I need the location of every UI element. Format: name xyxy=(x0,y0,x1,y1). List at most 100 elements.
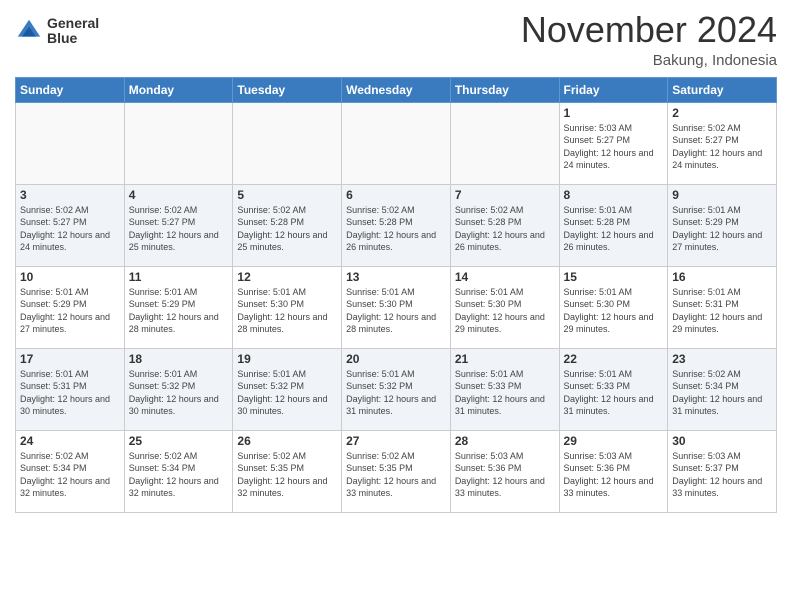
calendar-cell: 27Sunrise: 5:02 AMSunset: 5:35 PMDayligh… xyxy=(342,430,451,512)
calendar-cell: 25 Sunrise: 5:02 AMSunset: 5:34 PMDayligh… xyxy=(124,430,233,512)
day-info: Sunrise: 5:02 AMSunset: 5:28 PMDaylight:… xyxy=(237,204,337,254)
calendar-cell: 2Sunrise: 5:02 AMSunset: 5:27 PMDaylight… xyxy=(668,102,777,184)
day-number: 21 xyxy=(455,352,555,366)
day-info: Sunrise: 5:01 AMSunset: 5:32 PMDaylight:… xyxy=(237,368,337,418)
logo-line2: Blue xyxy=(47,31,99,46)
weekday-header-row: SundayMondayTuesdayWednesdayThursdayFrid… xyxy=(16,77,777,102)
calendar-cell xyxy=(124,102,233,184)
day-number: 22 xyxy=(564,352,664,366)
day-info: Sunrise: 5:01 AMSunset: 5:33 PMDaylight:… xyxy=(564,368,664,418)
day-info: Sunrise: 5:01 AMSunset: 5:30 PMDaylight:… xyxy=(237,286,337,336)
day-info: Sunrise: 5:02 AMSunset: 5:27 PMDaylight:… xyxy=(20,204,120,254)
calendar-cell: 13 Sunrise: 5:01 AMSunset: 5:30 PMDayligh… xyxy=(342,266,451,348)
day-info: Sunrise: 5:01 AMSunset: 5:33 PMDaylight:… xyxy=(455,368,555,418)
calendar-cell: 14Sunrise: 5:01 AMSunset: 5:30 PMDayligh… xyxy=(450,266,559,348)
day-info: Sunrise: 5:01 AMSunset: 5:29 PMDaylight:… xyxy=(672,204,772,254)
day-number: 8 xyxy=(564,188,664,202)
week-row-2: 3 Sunrise: 5:02 AMSunset: 5:27 PMDaylight… xyxy=(16,184,777,266)
day-info: Sunrise: 5:03 AMSunset: 5:36 PMDaylight:… xyxy=(455,450,555,500)
weekday-sunday: Sunday xyxy=(16,77,125,102)
day-info: Sunrise: 5:02 AMSunset: 5:27 PMDaylight:… xyxy=(129,204,229,254)
calendar-cell: 26Sunrise: 5:02 AMSunset: 5:35 PMDayligh… xyxy=(233,430,342,512)
month-title: November 2024 xyxy=(521,10,777,50)
calendar-cell: 12 Sunrise: 5:01 AMSunset: 5:30 PMDayligh… xyxy=(233,266,342,348)
day-number: 12 xyxy=(237,270,337,284)
weekday-monday: Monday xyxy=(124,77,233,102)
day-number: 25 xyxy=(129,434,229,448)
day-number: 19 xyxy=(237,352,337,366)
day-info: Sunrise: 5:02 AMSunset: 5:35 PMDaylight:… xyxy=(237,450,337,500)
day-info: Sunrise: 5:01 AMSunset: 5:30 PMDaylight:… xyxy=(455,286,555,336)
day-info: Sunrise: 5:02 AMSunset: 5:28 PMDaylight:… xyxy=(455,204,555,254)
calendar-cell: 11Sunrise: 5:01 AMSunset: 5:29 PMDayligh… xyxy=(124,266,233,348)
day-info: Sunrise: 5:01 AMSunset: 5:29 PMDaylight:… xyxy=(129,286,229,336)
day-info: Sunrise: 5:01 AMSunset: 5:28 PMDaylight:… xyxy=(564,204,664,254)
day-info: Sunrise: 5:03 AMSunset: 5:37 PMDaylight:… xyxy=(672,450,772,500)
day-number: 3 xyxy=(20,188,120,202)
day-info: Sunrise: 5:01 AMSunset: 5:31 PMDaylight:… xyxy=(672,286,772,336)
day-number: 18 xyxy=(129,352,229,366)
week-row-4: 17Sunrise: 5:01 AMSunset: 5:31 PMDayligh… xyxy=(16,348,777,430)
calendar-cell xyxy=(233,102,342,184)
calendar-cell: 10Sunrise: 5:01 AMSunset: 5:29 PMDayligh… xyxy=(16,266,125,348)
calendar-cell: 18 Sunrise: 5:01 AMSunset: 5:32 PMDayligh… xyxy=(124,348,233,430)
calendar-cell: 5 Sunrise: 5:02 AMSunset: 5:28 PMDaylight… xyxy=(233,184,342,266)
day-number: 28 xyxy=(455,434,555,448)
day-number: 13 xyxy=(346,270,446,284)
calendar-cell: 19 Sunrise: 5:01 AMSunset: 5:32 PMDayligh… xyxy=(233,348,342,430)
calendar-cell: 23Sunrise: 5:02 AMSunset: 5:34 PMDayligh… xyxy=(668,348,777,430)
day-number: 30 xyxy=(672,434,772,448)
week-row-1: 1 Sunrise: 5:03 AMSunset: 5:27 PMDaylight… xyxy=(16,102,777,184)
day-number: 16 xyxy=(672,270,772,284)
day-number: 1 xyxy=(564,106,664,120)
calendar-cell: 29Sunrise: 5:03 AMSunset: 5:36 PMDayligh… xyxy=(559,430,668,512)
calendar-cell: 16 Sunrise: 5:01 AMSunset: 5:31 PMDayligh… xyxy=(668,266,777,348)
week-row-5: 24 Sunrise: 5:02 AMSunset: 5:34 PMDayligh… xyxy=(16,430,777,512)
location: Bakung, Indonesia xyxy=(521,52,777,69)
weekday-friday: Friday xyxy=(559,77,668,102)
day-number: 7 xyxy=(455,188,555,202)
day-number: 4 xyxy=(129,188,229,202)
day-number: 5 xyxy=(237,188,337,202)
calendar-cell: 30 Sunrise: 5:03 AMSunset: 5:37 PMDayligh… xyxy=(668,430,777,512)
calendar-cell: 4 Sunrise: 5:02 AMSunset: 5:27 PMDaylight… xyxy=(124,184,233,266)
day-number: 20 xyxy=(346,352,446,366)
day-info: Sunrise: 5:01 AMSunset: 5:29 PMDaylight:… xyxy=(20,286,120,336)
calendar: SundayMondayTuesdayWednesdayThursdayFrid… xyxy=(15,77,777,513)
weekday-thursday: Thursday xyxy=(450,77,559,102)
calendar-cell: 9 Sunrise: 5:01 AMSunset: 5:29 PMDaylight… xyxy=(668,184,777,266)
calendar-cell: 7 Sunrise: 5:02 AMSunset: 5:28 PMDaylight… xyxy=(450,184,559,266)
day-info: Sunrise: 5:01 AMSunset: 5:32 PMDaylight:… xyxy=(129,368,229,418)
calendar-cell: 22 Sunrise: 5:01 AMSunset: 5:33 PMDayligh… xyxy=(559,348,668,430)
day-number: 6 xyxy=(346,188,446,202)
day-info: Sunrise: 5:03 AMSunset: 5:27 PMDaylight:… xyxy=(564,122,664,172)
calendar-cell: 1 Sunrise: 5:03 AMSunset: 5:27 PMDaylight… xyxy=(559,102,668,184)
calendar-cell xyxy=(450,102,559,184)
day-number: 24 xyxy=(20,434,120,448)
day-number: 15 xyxy=(564,270,664,284)
week-row-3: 10Sunrise: 5:01 AMSunset: 5:29 PMDayligh… xyxy=(16,266,777,348)
calendar-cell: 21 Sunrise: 5:01 AMSunset: 5:33 PMDayligh… xyxy=(450,348,559,430)
calendar-cell xyxy=(16,102,125,184)
day-info: Sunrise: 5:03 AMSunset: 5:36 PMDaylight:… xyxy=(564,450,664,500)
logo: General Blue xyxy=(15,16,99,47)
calendar-cell: 3 Sunrise: 5:02 AMSunset: 5:27 PMDaylight… xyxy=(16,184,125,266)
day-info: Sunrise: 5:01 AMSunset: 5:32 PMDaylight:… xyxy=(346,368,446,418)
day-number: 9 xyxy=(672,188,772,202)
calendar-cell: 6Sunrise: 5:02 AMSunset: 5:28 PMDaylight… xyxy=(342,184,451,266)
logo-icon xyxy=(15,17,43,45)
day-info: Sunrise: 5:02 AMSunset: 5:34 PMDaylight:… xyxy=(129,450,229,500)
title-area: November 2024 Bakung, Indonesia xyxy=(521,10,777,69)
day-info: Sunrise: 5:02 AMSunset: 5:34 PMDaylight:… xyxy=(20,450,120,500)
weekday-tuesday: Tuesday xyxy=(233,77,342,102)
calendar-cell xyxy=(342,102,451,184)
weekday-wednesday: Wednesday xyxy=(342,77,451,102)
day-number: 23 xyxy=(672,352,772,366)
day-info: Sunrise: 5:01 AMSunset: 5:30 PMDaylight:… xyxy=(346,286,446,336)
day-number: 17 xyxy=(20,352,120,366)
header: General Blue November 2024 Bakung, Indon… xyxy=(15,10,777,69)
page: General Blue November 2024 Bakung, Indon… xyxy=(0,0,792,612)
calendar-cell: 15 Sunrise: 5:01 AMSunset: 5:30 PMDayligh… xyxy=(559,266,668,348)
day-info: Sunrise: 5:02 AMSunset: 5:27 PMDaylight:… xyxy=(672,122,772,172)
day-info: Sunrise: 5:01 AMSunset: 5:30 PMDaylight:… xyxy=(564,286,664,336)
